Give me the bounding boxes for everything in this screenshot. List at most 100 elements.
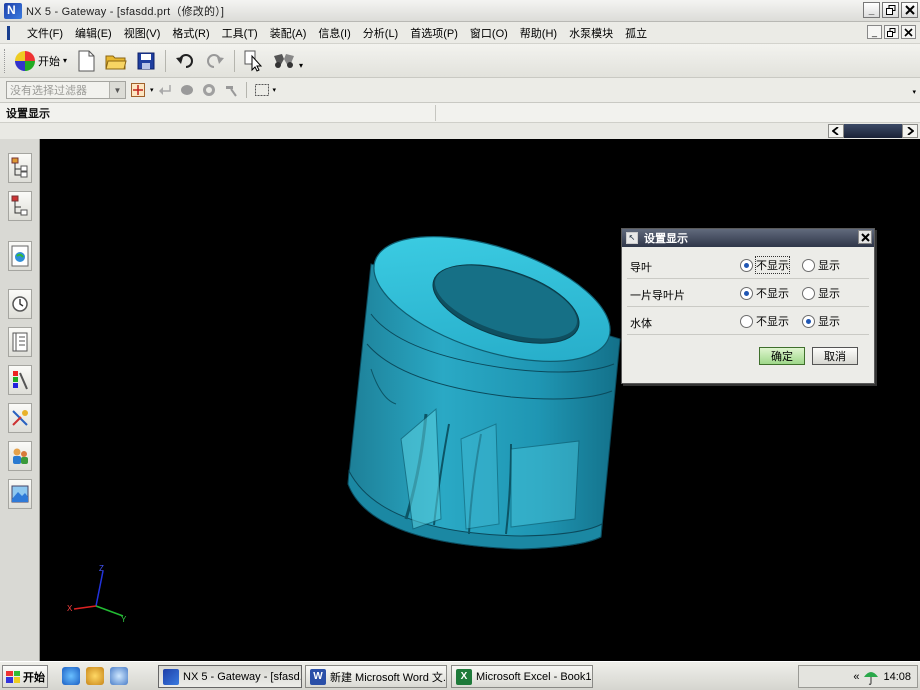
restore-button[interactable] [882,2,899,18]
part-navigator-tab[interactable] [8,191,32,221]
menu-view[interactable]: 视图(V) [118,25,167,41]
history-clock-tab[interactable] [8,289,32,319]
process-studio-tab[interactable] [8,403,32,433]
menu-isolate[interactable]: 孤立 [619,25,653,41]
menu-file[interactable]: 文件(F) [21,25,69,41]
radio-dot[interactable] [740,314,753,328]
radio-hide-water-body[interactable]: 不显示 [740,313,789,329]
toolbar-separator [245,82,247,98]
dialog-title-bar[interactable]: ↖ 设置显示 [622,229,874,247]
select-feature-button[interactable] [200,80,218,100]
menu-tools[interactable]: 工具(T) [216,25,264,41]
pump-model[interactable] [347,212,625,550]
orient-view-button[interactable] [271,48,297,74]
reuse-library-tab[interactable] [8,327,32,357]
title-bar: NX 5 - Gateway - [sfasdd.prt（修改的）] _ [0,0,920,22]
standard-toolbar: 开始 ▾ ▾ [0,44,920,78]
option-row-guide-vane: 导叶 不显示 显示 [627,251,869,279]
svg-text:Z: Z [99,564,104,573]
command-finder-button[interactable] [241,48,267,74]
toolbar-overflow-icon[interactable]: ▾ [912,88,916,96]
option-label: 水体 [630,318,652,330]
task-word[interactable]: W 新建 Microsoft Word 文... [305,665,447,688]
minimize-button[interactable]: _ [863,2,880,18]
dialog-close-button[interactable] [858,230,872,244]
rectangle-select-button[interactable] [253,80,271,100]
roles-tab[interactable] [8,441,32,471]
doc-minimize-button[interactable]: _ [867,25,882,39]
toolbar-grip[interactable] [4,48,7,73]
new-file-button[interactable] [73,48,99,74]
task-excel[interactable]: X Microsoft Excel - Book1 [451,665,593,688]
redo-button[interactable] [202,48,228,74]
radio-dot[interactable] [740,286,753,300]
toolbar-overflow-icon[interactable]: ▾ [299,61,303,70]
word-app-icon: W [310,668,326,685]
menu-format[interactable]: 格式(R) [166,25,215,41]
roles-people-icon [13,448,28,464]
radio-hide-guide-vane[interactable]: 不显示 [740,256,790,274]
chevron-down-icon[interactable]: ▾ [150,86,154,94]
radio-hide-single-vane[interactable]: 不显示 [740,285,789,301]
task-nx[interactable]: NX 5 - Gateway - [sfasd... [158,665,302,688]
undo-select-button[interactable] [156,80,174,100]
cancel-button[interactable]: 取消 [812,347,858,365]
security-shield-icon[interactable] [86,667,104,685]
radio-show-guide-vane[interactable]: 显示 [802,257,840,273]
model-view[interactable]: Z Y X [41,139,920,661]
scroll-left-button[interactable] [828,124,844,138]
toolbar-separator [234,49,236,72]
type-filter-combo[interactable]: 没有选择过滤器 ▼ [6,81,126,99]
document-window-controls: _ [867,25,916,39]
menu-pump-module[interactable]: 水泵模块 [563,25,619,41]
chevron-down-icon[interactable]: ▾ [273,86,277,94]
umbrella-tray-icon[interactable] [863,669,879,685]
start-button[interactable]: 开始 ▾ [11,48,71,74]
radio-show-single-vane[interactable]: 显示 [802,285,840,301]
show-desktop-icon[interactable] [110,667,128,685]
system-scenes-tab[interactable] [8,479,32,509]
menu-preferences[interactable]: 首选项(P) [404,25,464,41]
graphics-window[interactable]: Z Y X [41,139,920,661]
windows-start-button[interactable]: 开始 [2,665,48,688]
snap-point-button[interactable] [128,80,148,100]
scroll-right-button[interactable] [902,124,918,138]
save-button[interactable] [133,48,159,74]
close-button[interactable] [901,2,918,18]
radio-dot[interactable] [802,314,815,328]
doc-restore-button[interactable] [884,25,899,39]
radio-dot[interactable] [802,286,815,300]
radio-show-water-body[interactable]: 显示 [802,313,840,329]
radio-label: 不显示 [756,288,789,300]
select-curve-button[interactable] [222,80,240,100]
palette-tab[interactable] [8,365,32,395]
dialog-pin-icon[interactable]: ↖ [626,232,638,244]
assembly-navigator-tab[interactable] [8,153,32,183]
menu-edit[interactable]: 编辑(E) [69,25,118,41]
dialog-header-strip: 设置显示 [0,103,920,123]
menu-information[interactable]: 信息(I) [312,25,356,41]
internet-explorer-icon[interactable] [62,667,80,685]
menu-help[interactable]: 帮助(H) [514,25,563,41]
radio-dot[interactable] [802,258,815,272]
tab-scrollbar[interactable] [844,124,902,138]
undo-icon [176,53,193,68]
tray-expand-icon[interactable]: « [853,671,859,683]
nx-start-icon [15,50,35,71]
ok-button[interactable]: 确定 [759,347,805,365]
wcs-triad: Z Y X [67,564,127,624]
history-tab[interactable] [8,241,32,271]
nx-app-icon [163,668,179,685]
menu-analysis[interactable]: 分析(L) [357,25,404,41]
doc-close-button[interactable] [901,25,916,39]
svg-text:Y: Y [121,615,127,624]
menu-window[interactable]: 窗口(O) [464,25,514,41]
select-body-button[interactable] [178,80,196,100]
task-label: NX 5 - Gateway - [sfasd... [183,670,302,683]
open-file-button[interactable] [103,48,129,74]
radio-dot[interactable] [740,258,753,272]
tab-strip [0,123,920,139]
menu-assemblies[interactable]: 装配(A) [264,25,313,41]
start-label: 开始 [38,55,60,68]
undo-button[interactable] [172,48,198,74]
